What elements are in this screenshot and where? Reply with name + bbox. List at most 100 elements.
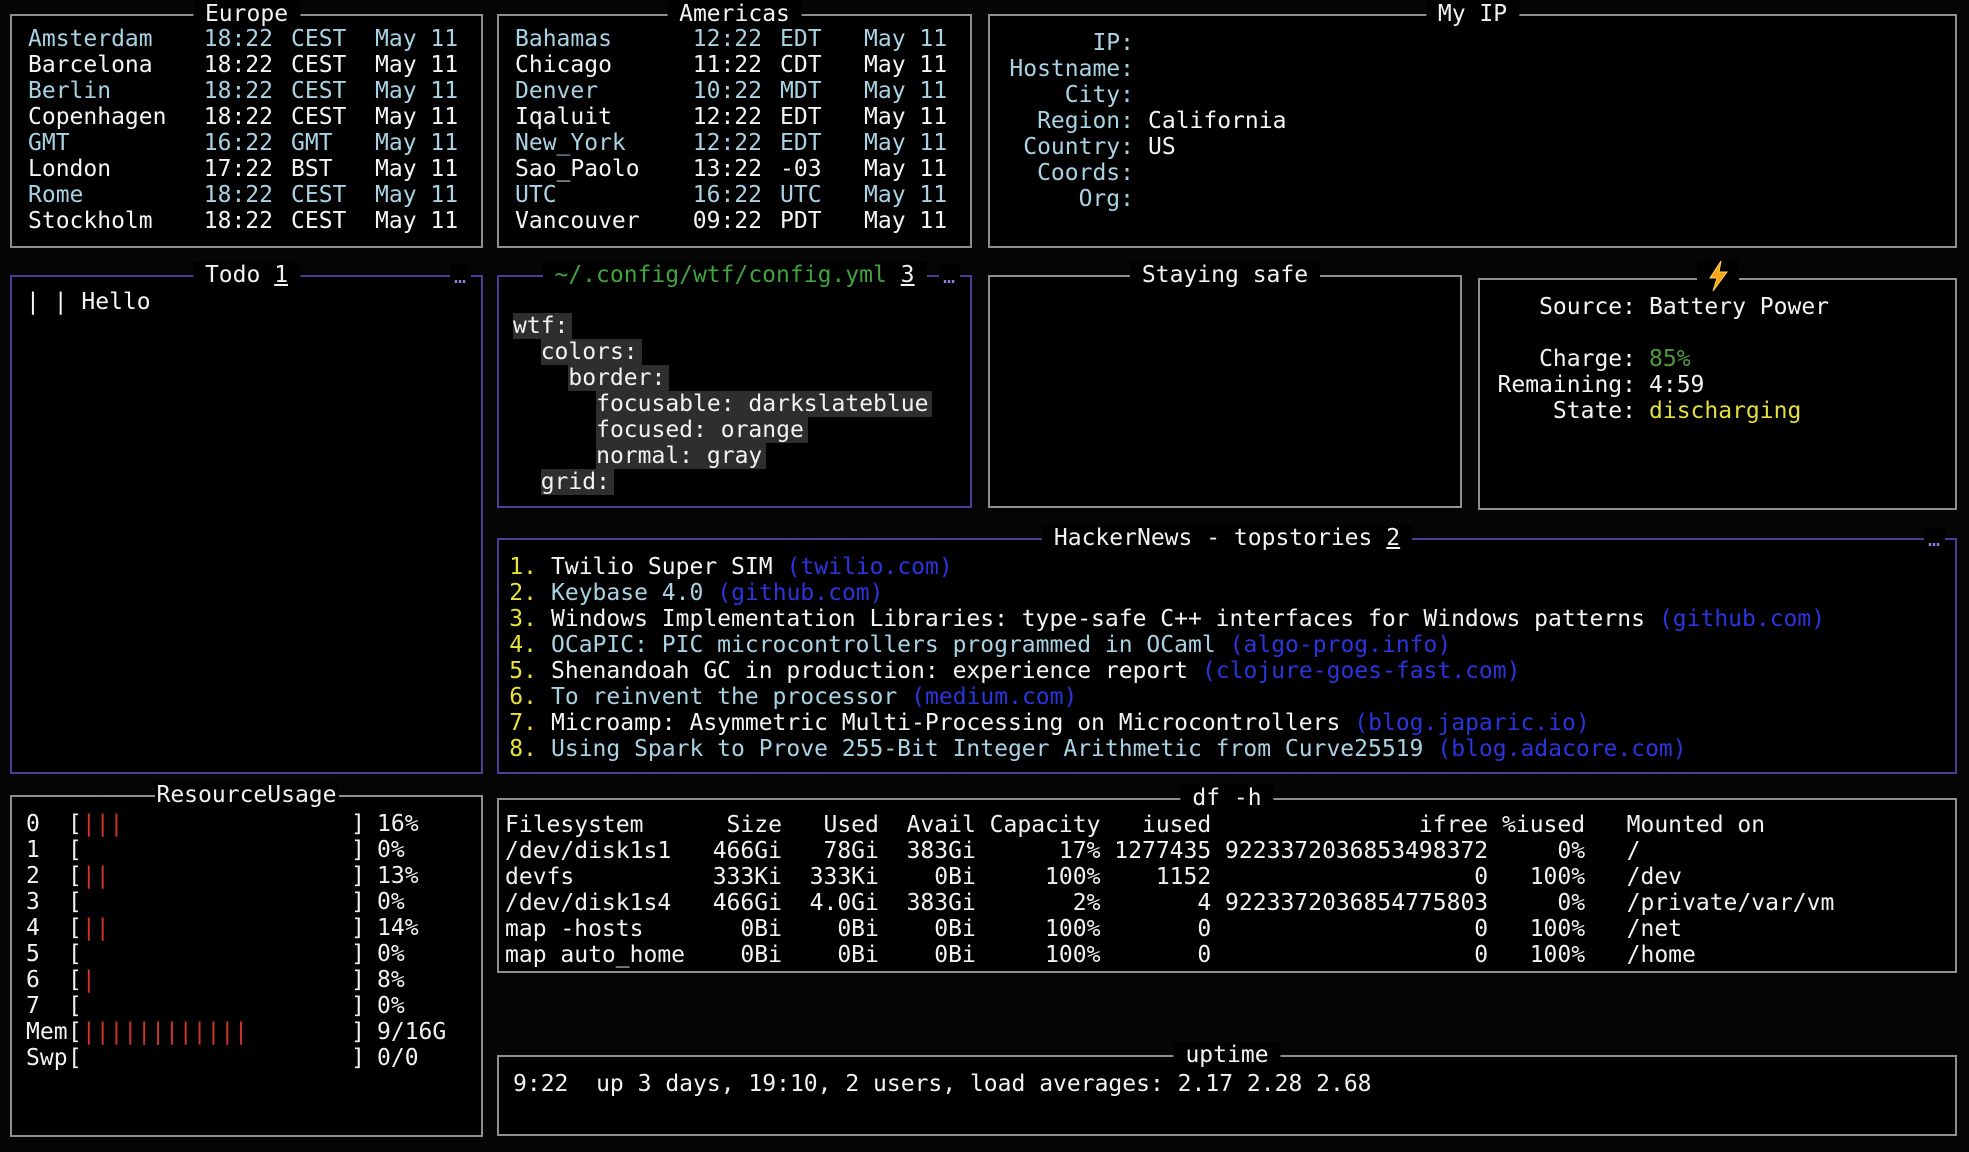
gauge-value: 0% bbox=[377, 941, 467, 967]
disk-usage-panel: df -h Filesystem Size Used Avail Capacit… bbox=[497, 798, 1957, 973]
gauge-value: 0/0 bbox=[377, 1045, 467, 1071]
resource-gauge-row: 6[|]8% bbox=[26, 967, 467, 993]
gauge-bars bbox=[82, 1045, 351, 1071]
clock-city: Barcelona bbox=[28, 52, 203, 78]
story-title: Twilio Super SIM bbox=[551, 554, 773, 580]
gauge-bars bbox=[82, 889, 351, 915]
security-line bbox=[1004, 453, 1446, 479]
gauge-value: 13% bbox=[377, 863, 467, 889]
gauge-close-bracket: ] bbox=[351, 1045, 365, 1071]
gauge-close-bracket: ] bbox=[351, 967, 365, 993]
clock-time: 18:22 bbox=[203, 52, 273, 78]
story-domain-link[interactable]: (github.com) bbox=[717, 580, 883, 606]
gauge-close-bracket: ] bbox=[351, 889, 365, 915]
clock-date: May 11 bbox=[375, 156, 461, 182]
clock-row: New_York 12:22 EDT May 11 bbox=[515, 130, 950, 156]
story-domain-link[interactable]: (twilio.com) bbox=[787, 554, 953, 580]
yaml-text: focused: orange bbox=[596, 417, 808, 443]
yaml-text: border: bbox=[568, 365, 669, 391]
clock-row: Amsterdam 18:22 CEST May 11 bbox=[28, 26, 461, 52]
todo-item[interactable]: | | Hello bbox=[26, 289, 467, 315]
gauge-close-bracket: ] bbox=[351, 941, 365, 967]
story-title: Windows Implementation Libraries: type-s… bbox=[551, 606, 1645, 632]
hackernews-story[interactable]: 5. Shenandoah GC in production: experien… bbox=[509, 658, 1943, 684]
story-title: Using Spark to Prove 255-Bit Integer Ari… bbox=[551, 736, 1423, 762]
clock-city: Copenhagen bbox=[28, 104, 203, 130]
uptime-panel: uptime 9:22 up 3 days, 19:10, 2 users, l… bbox=[497, 1055, 1957, 1136]
gauge-label: 0 bbox=[26, 811, 68, 837]
gauge-close-bracket: ] bbox=[351, 837, 365, 863]
security-line bbox=[1004, 427, 1446, 453]
yaml-line: normal: gray bbox=[513, 443, 956, 469]
clock-date: May 11 bbox=[375, 52, 461, 78]
clock-row: Barcelona 18:22 CEST May 11 bbox=[28, 52, 461, 78]
clock-time: 18:22 bbox=[203, 26, 273, 52]
battery-label: Source: bbox=[1496, 294, 1636, 320]
gauge-value: 0% bbox=[377, 993, 467, 1019]
yaml-line: focused: orange bbox=[513, 417, 956, 443]
clock-timezone: CDT bbox=[780, 52, 840, 78]
resource-gauge-row: 1[]0% bbox=[26, 837, 467, 863]
hackernews-story[interactable]: 6. To reinvent the processor (medium.com… bbox=[509, 684, 1943, 710]
clock-row: Sao_Paolo 13:22 -03 May 11 bbox=[515, 156, 950, 182]
yaml-indent bbox=[513, 365, 568, 391]
df-table: Filesystem Size Used Avail Capacity iuse… bbox=[505, 812, 1949, 968]
clock-row: GMT 16:22 GMT May 11 bbox=[28, 130, 461, 156]
story-domain-link[interactable]: (medium.com) bbox=[911, 684, 1077, 710]
hackernews-story[interactable]: 1. Twilio Super SIM (twilio.com) bbox=[509, 554, 1943, 580]
clock-city: Berlin bbox=[28, 78, 203, 104]
story-title: Keybase 4.0 bbox=[551, 580, 703, 606]
gauge-close-bracket: ] bbox=[351, 1019, 365, 1045]
ip-info-row: City: bbox=[1006, 82, 1939, 108]
story-rank: 2. bbox=[509, 580, 537, 606]
resource-gauge-row: 3[]0% bbox=[26, 889, 467, 915]
clock-time: 09:22 bbox=[692, 208, 762, 234]
hackernews-story[interactable]: 3. Windows Implementation Libraries: typ… bbox=[509, 606, 1943, 632]
story-domain-link[interactable]: (clojure-goes-fast.com) bbox=[1202, 658, 1521, 684]
clock-timezone: CEST bbox=[291, 52, 351, 78]
hackernews-story[interactable]: 8. Using Spark to Prove 255-Bit Integer … bbox=[509, 736, 1943, 762]
yaml-line: wtf: bbox=[513, 313, 956, 339]
story-rank: 8. bbox=[509, 736, 537, 762]
battery-panel: Source: Battery Power Charge: 85% Remain… bbox=[1478, 278, 1957, 510]
clock-date: May 11 bbox=[375, 104, 461, 130]
ip-info-label: Country: bbox=[1006, 134, 1134, 160]
security-line bbox=[1004, 349, 1446, 375]
clock-row: Copenhagen 18:22 CEST May 11 bbox=[28, 104, 461, 130]
story-domain-link[interactable]: (github.com) bbox=[1659, 606, 1825, 632]
story-rank: 4. bbox=[509, 632, 537, 658]
clock-row: Iqaluit 12:22 EDT May 11 bbox=[515, 104, 950, 130]
clock-city: Stockholm bbox=[28, 208, 203, 234]
clock-date: May 11 bbox=[864, 182, 950, 208]
security-line bbox=[1004, 297, 1446, 323]
clock-timezone: -03 bbox=[780, 156, 840, 182]
clock-timezone: EDT bbox=[780, 26, 840, 52]
hackernews-story[interactable]: 2. Keybase 4.0 (github.com) bbox=[509, 580, 1943, 606]
battery-row: State: discharging bbox=[1496, 398, 1939, 424]
battery-row: Charge: 85% bbox=[1496, 346, 1939, 372]
ip-info-label: City: bbox=[1006, 82, 1134, 108]
todo-panel: Todo 1 … | | Hello bbox=[10, 275, 483, 774]
clock-row: Bahamas 12:22 EDT May 11 bbox=[515, 26, 950, 52]
clock-city: Sao_Paolo bbox=[515, 156, 692, 182]
clock-time: 13:22 bbox=[692, 156, 762, 182]
story-domain-link[interactable]: (algo-prog.info) bbox=[1230, 632, 1452, 658]
gauge-value: 0% bbox=[377, 889, 467, 915]
gauge-bars: |||||||||||| bbox=[82, 1019, 351, 1045]
resource-gauge-row: 7[]0% bbox=[26, 993, 467, 1019]
battery-value: 4:59 bbox=[1649, 372, 1704, 398]
story-title: Microamp: Asymmetric Multi-Processing on… bbox=[551, 710, 1340, 736]
ip-info-row: Country: US bbox=[1006, 134, 1939, 160]
yaml-text: focusable: darkslateblue bbox=[596, 391, 932, 417]
clock-date: May 11 bbox=[864, 130, 950, 156]
story-domain-link[interactable]: (blog.adacore.com) bbox=[1437, 736, 1686, 762]
resource-gauge-row: 2[||]13% bbox=[26, 863, 467, 889]
yaml-line: focusable: darkslateblue bbox=[513, 391, 956, 417]
clock-city: London bbox=[28, 156, 203, 182]
gauge-label: 3 bbox=[26, 889, 68, 915]
clock-row: Stockholm 18:22 CEST May 11 bbox=[28, 208, 461, 234]
gauge-value: 8% bbox=[377, 967, 467, 993]
story-domain-link[interactable]: (blog.japaric.io) bbox=[1354, 710, 1589, 736]
hackernews-story[interactable]: 7. Microamp: Asymmetric Multi-Processing… bbox=[509, 710, 1943, 736]
hackernews-story[interactable]: 4. OCaPIC: PIC microcontrollers programm… bbox=[509, 632, 1943, 658]
